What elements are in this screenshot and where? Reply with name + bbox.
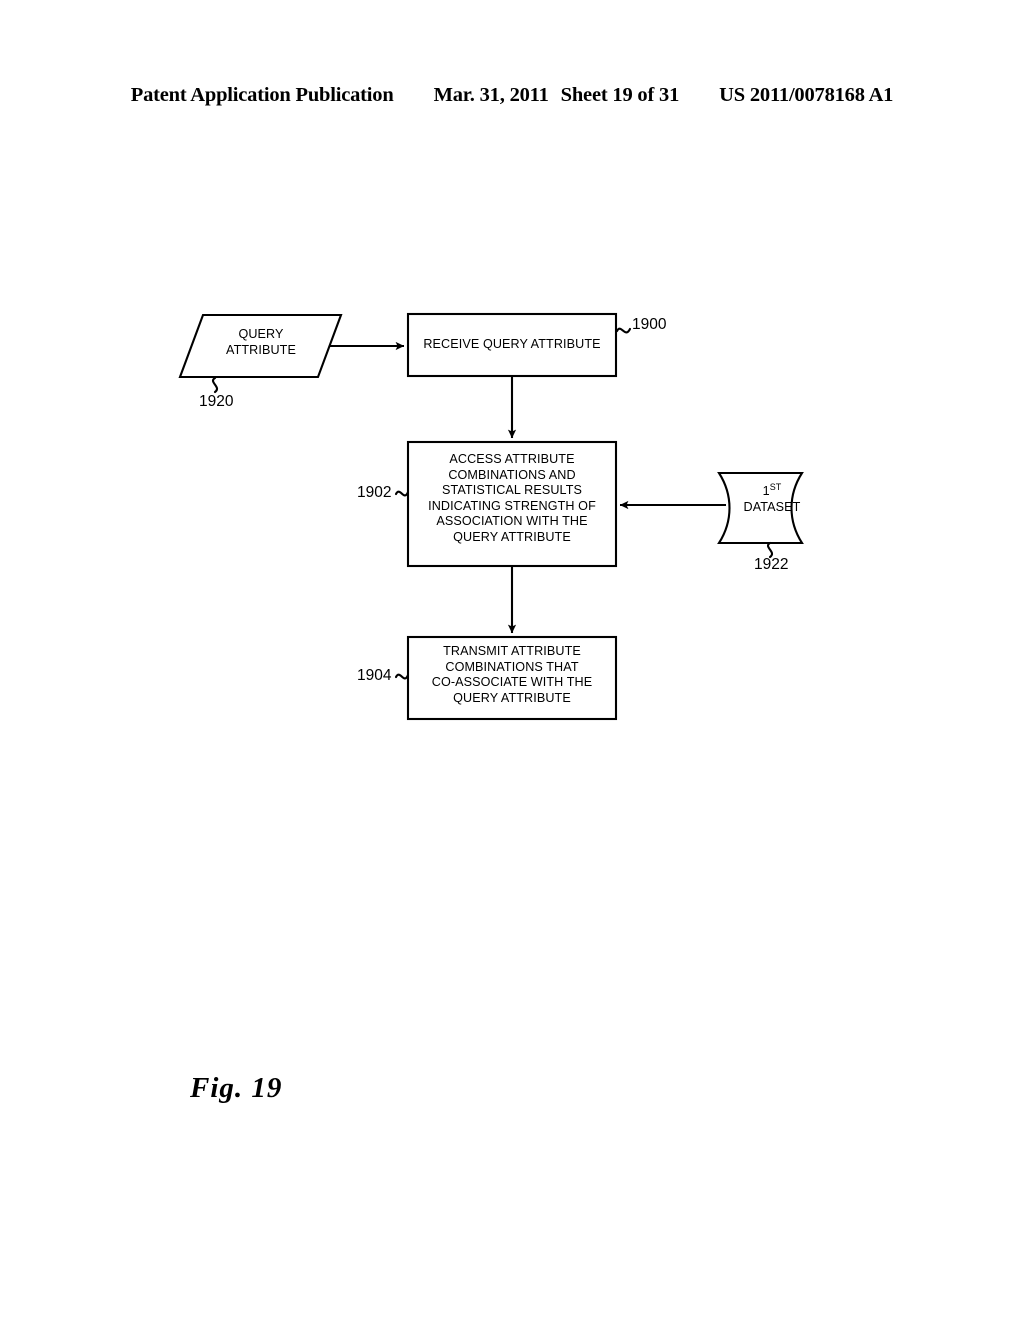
leader-1900 [615, 327, 632, 334]
node-receive-step-shape [406, 312, 618, 378]
ref-numeral-1920: 1920 [199, 393, 234, 410]
ref-numeral-1922: 1922 [754, 556, 789, 573]
node-transmit-step-shape [406, 635, 618, 721]
flowchart-svg [178, 312, 804, 721]
ref-numeral-1900: 1900 [632, 316, 667, 333]
leader-1902 [394, 490, 410, 497]
node-first-dataset-shape [717, 471, 804, 545]
leader-1904 [394, 673, 410, 680]
node-query-attribute-shape [178, 313, 343, 379]
ref-numeral-1904: 1904 [357, 667, 392, 684]
figure-19-diagram: QUERY ATTRIBUTE RECEIVE QUERY ATTRIBUTE … [0, 0, 1024, 1320]
figure-caption: Fig. 19 [190, 1072, 283, 1104]
leader-1922 [766, 541, 774, 559]
ref-numeral-1902: 1902 [357, 484, 392, 501]
node-access-step-shape [406, 440, 618, 568]
leader-1920 [211, 376, 219, 394]
